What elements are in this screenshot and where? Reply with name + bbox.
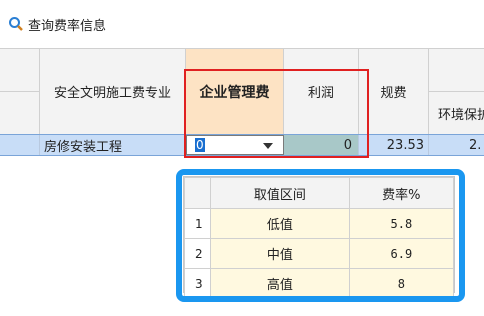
corner-cell	[0, 49, 40, 92]
popup-header-index	[184, 177, 211, 209]
option-rate[interactable]: 6.9	[348, 238, 455, 269]
col-header-group	[429, 49, 484, 92]
mgmt-fee-value[interactable]: 0	[195, 138, 205, 152]
col-header-mgmt-fee[interactable]: 企业管理费	[186, 49, 284, 135]
popup-header-range: 取值区间	[210, 177, 350, 209]
fee-grid-header: 安全文明施工费专业 企业管理费 利润 规费 环境保护	[0, 48, 484, 135]
rate-option-row-low[interactable]: 1 低值 5.8	[184, 208, 455, 239]
option-index: 1	[184, 208, 211, 239]
specialty-cell[interactable]: 房修安装工程	[40, 135, 186, 155]
option-rate[interactable]: 5.8	[348, 208, 455, 239]
option-rate[interactable]: 8	[348, 268, 455, 299]
col-header-profit[interactable]: 利润	[284, 49, 359, 135]
option-range[interactable]: 中值	[210, 238, 350, 269]
col-header-env-protect[interactable]: 环境保护	[429, 92, 484, 135]
search-icon	[8, 16, 24, 32]
mgmt-fee-dropdown[interactable]: 0	[186, 135, 284, 155]
rate-option-row-high[interactable]: 3 高值 8	[184, 268, 455, 299]
rate-options-popup: 取值区间 费率% 1 低值 5.8 2 中值 6.9 3 高值 8	[183, 176, 455, 299]
profit-cell[interactable]: 0	[284, 135, 359, 155]
col-header-regulation-fee[interactable]: 规费	[359, 49, 429, 135]
option-range[interactable]: 低值	[210, 208, 350, 239]
col-header-specialty[interactable]: 安全文明施工费专业	[40, 49, 186, 135]
window-title: 查询费率信息	[28, 18, 107, 34]
env-protect-cell[interactable]: 2.	[429, 135, 484, 155]
row-header-cell	[0, 92, 40, 135]
option-range[interactable]: 高值	[210, 268, 350, 299]
rate-options-table: 取值区间 费率% 1 低值 5.8 2 中值 6.9 3 高值 8	[184, 177, 455, 299]
popup-header-rate: 费率%	[348, 177, 455, 209]
row-number-cell	[0, 135, 40, 155]
title-bar: 查询费率信息	[0, 0, 484, 48]
table-row[interactable]: 房修安装工程 0 0 23.53 2.	[0, 134, 484, 156]
option-index: 3	[184, 268, 211, 299]
option-index: 2	[184, 238, 211, 269]
regulation-cell[interactable]: 23.53	[359, 135, 429, 155]
chevron-down-icon[interactable]	[263, 143, 273, 149]
rate-option-row-mid[interactable]: 2 中值 6.9	[184, 238, 455, 269]
